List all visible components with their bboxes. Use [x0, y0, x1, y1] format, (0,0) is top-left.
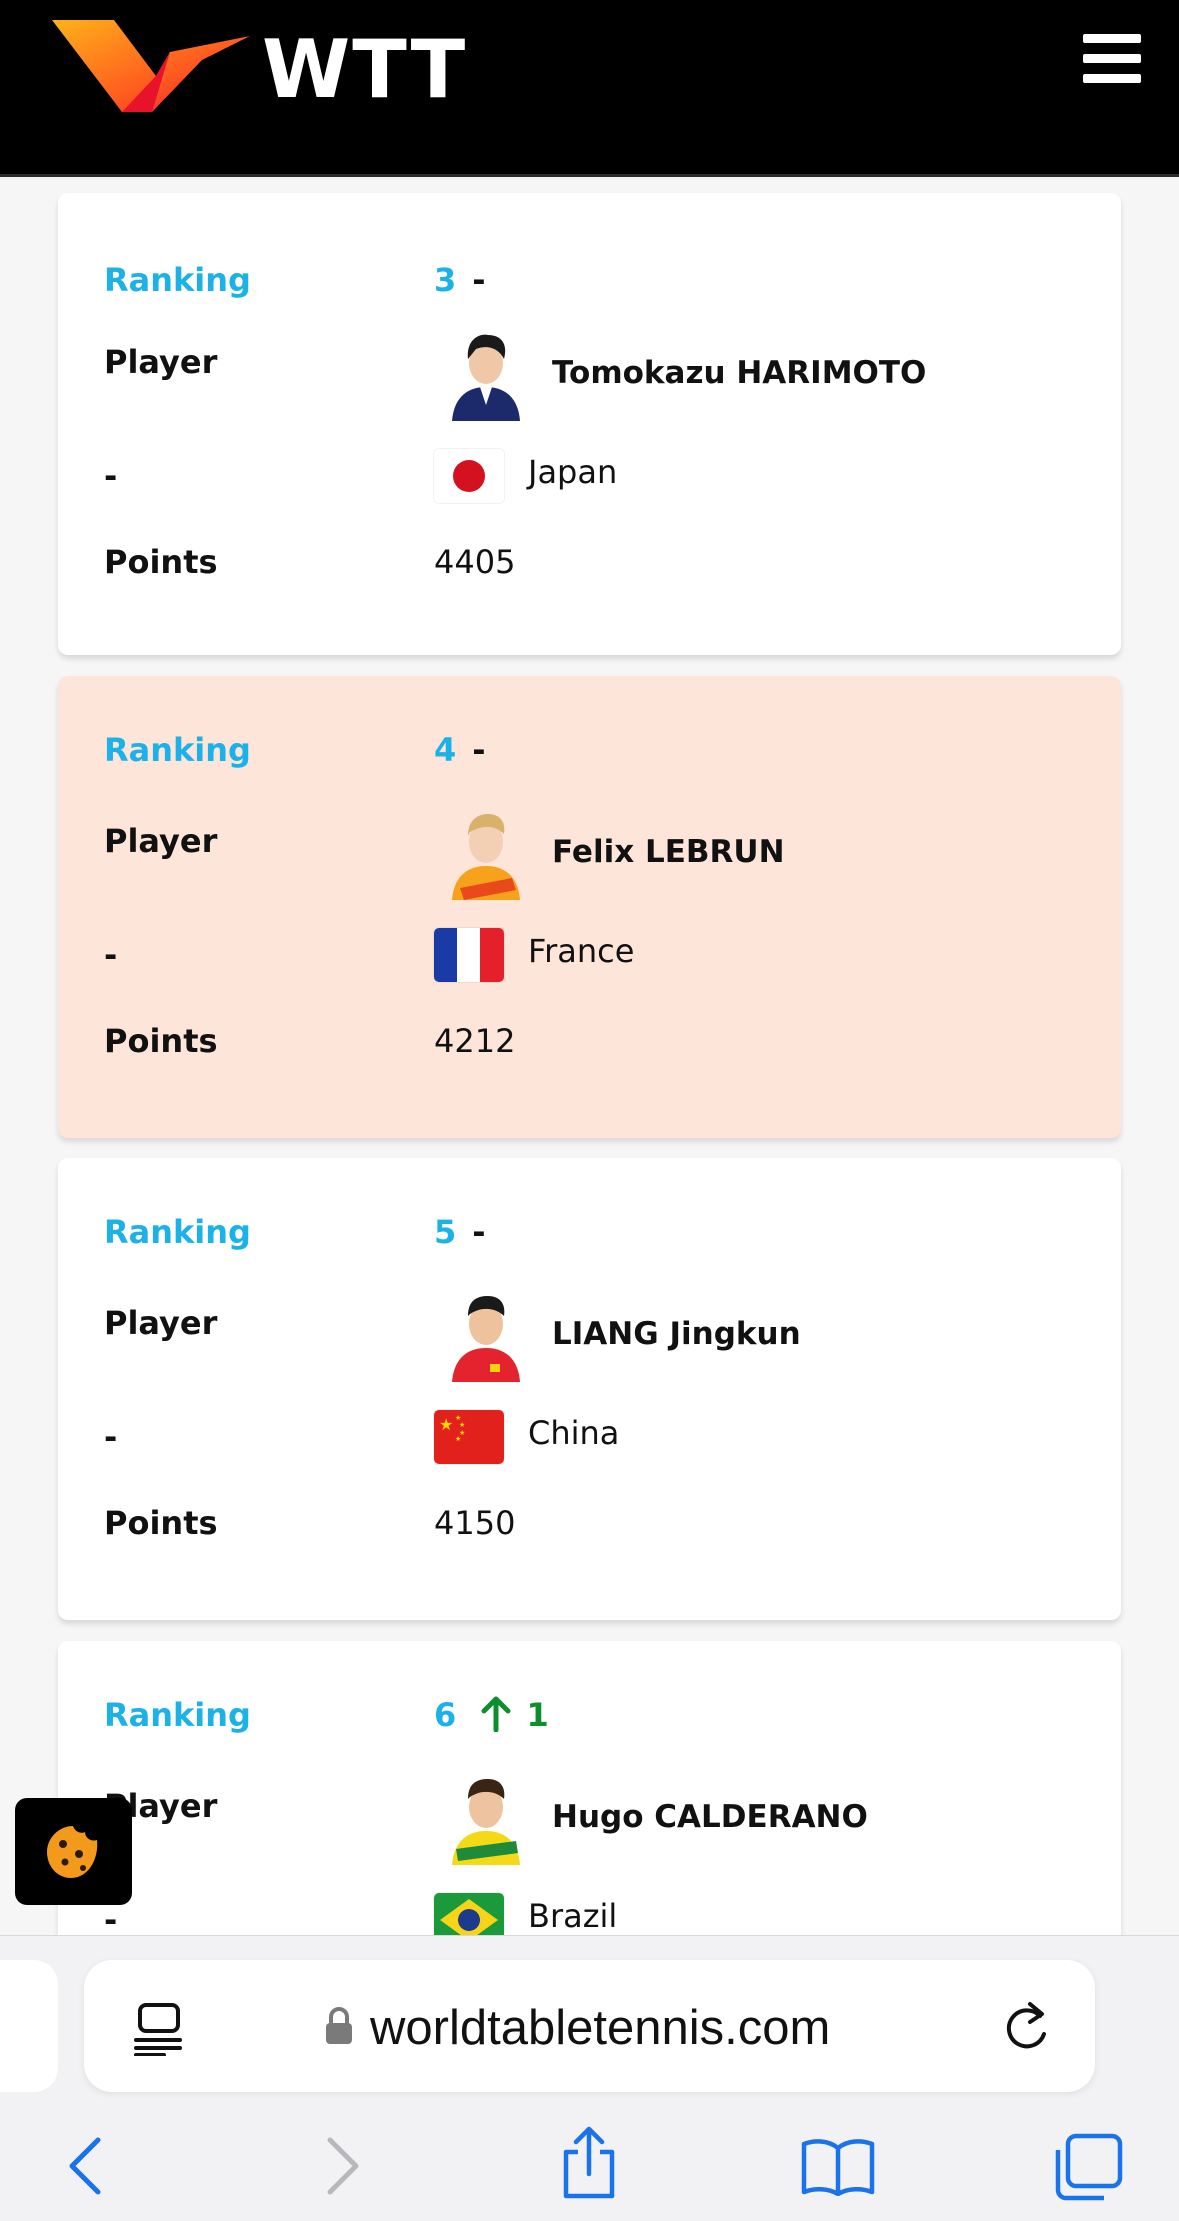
reload-icon[interactable] — [1002, 1998, 1052, 2054]
rankings-list: Ranking 3- Player Tomokazu HARIMOTO - Ja… — [0, 180, 1179, 1935]
points-value: 4150 — [434, 1504, 516, 1542]
country-name: Japan — [528, 453, 618, 491]
country-label: - — [104, 1418, 118, 1456]
country-name: China — [528, 1414, 620, 1452]
site-header: WTT — [0, 0, 1179, 177]
svg-text:★: ★ — [439, 1415, 453, 1434]
country-label: - — [104, 457, 118, 495]
hamburger-menu-icon[interactable] — [1083, 34, 1141, 86]
forward-icon[interactable] — [322, 2136, 362, 2196]
player-label: Player — [104, 822, 218, 860]
tabs-icon[interactable] — [1052, 2132, 1124, 2202]
brand-wordmark[interactable]: WTT — [262, 30, 467, 110]
rank-change: - — [472, 261, 486, 299]
cookie-settings-button[interactable] — [15, 1798, 132, 1905]
url-text[interactable]: worldtabletennis.com — [370, 2000, 830, 2056]
rank-number: 5 — [434, 1213, 457, 1251]
ranking-label: Ranking — [104, 1213, 251, 1251]
ranking-card[interactable]: Ranking 5- Player LIANG Jingkun - ★ ★ ★ … — [58, 1158, 1121, 1620]
ranking-value: 6 1 — [434, 1696, 549, 1734]
ranking-value: 3- — [434, 261, 486, 299]
country-label: - — [104, 1901, 118, 1935]
points-value: 4405 — [434, 543, 516, 581]
ranking-card[interactable]: Ranking 6 1 Player Hugo CALDERANO - Braz… — [58, 1641, 1121, 1935]
country-name: France — [528, 932, 635, 970]
rank-change: - — [472, 731, 486, 769]
page: WTT Ranking 3- Player Tomokazu HARIMOTO … — [0, 0, 1179, 2221]
ranking-label: Ranking — [104, 731, 251, 769]
china-flag-icon: ★ ★ ★ ★ ★ — [434, 1410, 504, 1464]
player-label: Player — [104, 1304, 218, 1342]
ranking-value: 4- — [434, 731, 486, 769]
rank-change: 1 — [526, 1696, 549, 1734]
ranking-value: 5- — [434, 1213, 486, 1251]
ranking-label: Ranking — [104, 1696, 251, 1734]
ranking-card-highlighted[interactable]: Ranking 4- Player Felix LEBRUN - France … — [58, 676, 1121, 1138]
wtt-logo-icon[interactable] — [52, 18, 252, 118]
brazil-flag-icon — [434, 1893, 504, 1935]
rank-change: - — [472, 1213, 486, 1251]
player-name[interactable]: Felix LEBRUN — [552, 834, 785, 870]
player-avatar-icon — [452, 814, 520, 900]
player-avatar-icon — [452, 1296, 520, 1382]
svg-text:★: ★ — [459, 1421, 465, 1429]
player-name[interactable]: Tomokazu HARIMOTO — [552, 355, 926, 391]
points-value: 4212 — [434, 1022, 516, 1060]
points-label: Points — [104, 1022, 218, 1060]
japan-flag-icon — [434, 449, 504, 503]
rank-number: 3 — [434, 261, 457, 299]
france-flag-icon — [434, 928, 504, 982]
player-avatar-icon — [452, 334, 520, 421]
cookie-icon — [47, 1826, 98, 1878]
back-icon[interactable] — [66, 2136, 106, 2196]
svg-text:★: ★ — [455, 1435, 461, 1443]
player-label: Player — [104, 343, 218, 381]
address-bar[interactable]: worldtabletennis.com — [84, 1960, 1095, 2092]
points-label: Points — [104, 1504, 218, 1542]
points-label: Points — [104, 543, 218, 581]
previous-tab-stub[interactable] — [0, 1960, 58, 2092]
rank-number: 4 — [434, 731, 457, 769]
player-name[interactable]: Hugo CALDERANO — [552, 1799, 868, 1835]
ranking-label: Ranking — [104, 261, 251, 299]
country-name: Brazil — [528, 1897, 618, 1935]
share-icon[interactable] — [558, 2126, 620, 2200]
lock-icon — [326, 2007, 352, 2044]
rank-number: 6 — [434, 1696, 457, 1734]
ranking-card[interactable]: Ranking 3- Player Tomokazu HARIMOTO - Ja… — [58, 193, 1121, 655]
reader-view-icon[interactable] — [134, 2002, 186, 2056]
arrow-up-icon — [481, 1696, 511, 1732]
bookmarks-icon[interactable] — [800, 2138, 876, 2196]
country-label: - — [104, 936, 118, 974]
browser-toolbar: worldtabletennis.com — [0, 1935, 1179, 2221]
player-name[interactable]: LIANG Jingkun — [552, 1316, 801, 1352]
player-avatar-icon — [452, 1779, 520, 1865]
